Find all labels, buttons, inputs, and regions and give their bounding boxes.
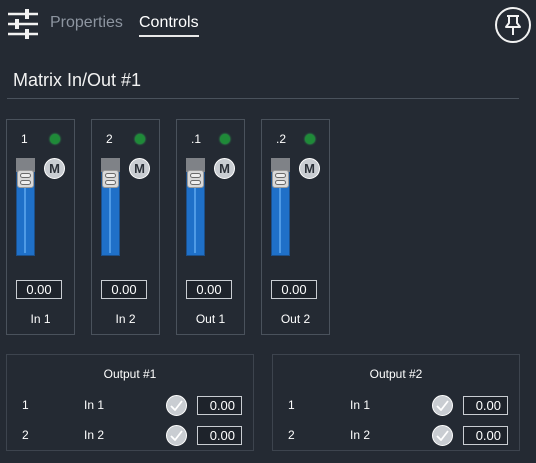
gain-value-field[interactable]: 0.00	[186, 280, 232, 299]
route-gain-field[interactable]: 0.00	[197, 396, 242, 415]
fader-knob[interactable]	[272, 170, 289, 188]
row-input-label: In 2	[84, 428, 105, 442]
route-toggle-button[interactable]	[166, 395, 187, 416]
fader-knob[interactable]	[102, 170, 119, 188]
pushpin-icon	[505, 15, 521, 35]
fader-knob[interactable]	[17, 170, 34, 188]
route-gain-field[interactable]: 0.00	[463, 396, 508, 415]
top-bar: Properties Controls	[0, 0, 536, 50]
route-gain-field[interactable]: 0.00	[463, 426, 508, 445]
fader-knob[interactable]	[187, 170, 204, 188]
status-led	[305, 134, 315, 144]
strip-number: 1	[21, 132, 28, 146]
status-led	[135, 134, 145, 144]
route-toggle-button[interactable]	[166, 425, 187, 446]
strip-number: 2	[106, 132, 113, 146]
mute-button[interactable]: M	[214, 158, 235, 179]
gain-value-field[interactable]: 0.00	[271, 280, 317, 299]
section-title: Matrix In/Out #1	[13, 70, 142, 90]
channel-strip-2: 2 M 0.00 In 2	[91, 119, 160, 335]
route-toggle-button[interactable]	[432, 395, 453, 416]
output-panel-2: Output #2 1 In 1 0.00 2 In 2 0.00	[272, 354, 520, 451]
row-index: 2	[22, 428, 29, 442]
mixer-sliders-icon[interactable]	[8, 9, 38, 39]
output-row: 1 In 1 0.00	[7, 394, 253, 416]
route-toggle-button[interactable]	[432, 425, 453, 446]
checkmark-icon	[170, 430, 183, 441]
mute-button[interactable]: M	[129, 158, 150, 179]
row-index: 1	[22, 398, 29, 412]
route-gain-field[interactable]: 0.00	[197, 426, 242, 445]
pin-button[interactable]	[495, 7, 531, 43]
output-panel-1: Output #1 1 In 1 0.00 2 In 2 0.00	[6, 354, 254, 451]
strip-name: Out 2	[280, 312, 311, 326]
output-title: Output #1	[103, 367, 157, 381]
output-row: 2 In 2 0.00	[7, 424, 253, 446]
row-input-label: In 2	[350, 428, 371, 442]
row-input-label: In 1	[350, 398, 371, 412]
strip-name: In 2	[115, 312, 136, 326]
mute-button[interactable]: M	[44, 158, 65, 179]
status-led	[50, 134, 60, 144]
tab-controls[interactable]: Controls	[139, 14, 199, 37]
channel-strip-4: .2 M 0.00 Out 2	[261, 119, 330, 335]
row-index: 1	[288, 398, 295, 412]
strip-name: Out 1	[195, 312, 226, 326]
channel-strip-3: .1 M 0.00 Out 1	[176, 119, 245, 335]
strip-name: In 1	[30, 312, 51, 326]
channel-strip-1: 1 M 0.00 In 1	[6, 119, 75, 335]
output-title: Output #2	[369, 367, 423, 381]
strip-number: .1	[191, 132, 202, 146]
mute-button[interactable]: M	[299, 158, 320, 179]
strip-number: .2	[276, 132, 287, 146]
status-led	[220, 134, 230, 144]
row-index: 2	[288, 428, 295, 442]
gain-value-field[interactable]: 0.00	[101, 280, 147, 299]
row-input-label: In 1	[84, 398, 105, 412]
output-row: 1 In 1 0.00	[273, 394, 519, 416]
gain-value-field[interactable]: 0.00	[16, 280, 62, 299]
checkmark-icon	[436, 400, 449, 411]
output-row: 2 In 2 0.00	[273, 424, 519, 446]
checkmark-icon	[436, 430, 449, 441]
tab-properties[interactable]: Properties	[50, 14, 123, 32]
checkmark-icon	[170, 400, 183, 411]
section-divider	[7, 98, 519, 99]
